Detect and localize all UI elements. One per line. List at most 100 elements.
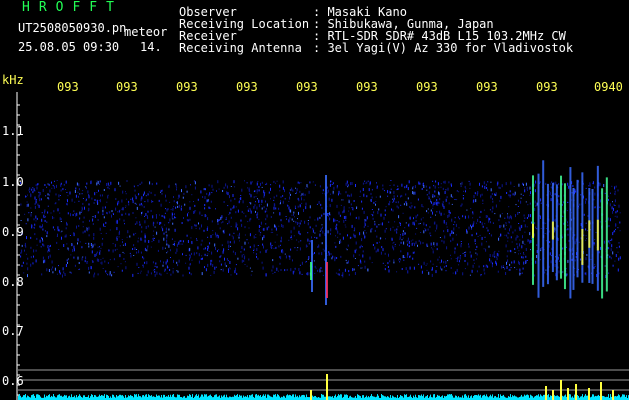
power-bar	[470, 396, 471, 400]
power-spike	[575, 384, 577, 400]
power-strip	[18, 369, 629, 400]
power-bar	[382, 395, 383, 400]
power-bar	[142, 395, 143, 400]
frequency-axis	[16, 92, 20, 400]
power-bar	[269, 395, 270, 400]
power-bar	[450, 394, 451, 400]
power-bar	[189, 394, 190, 400]
power-bar	[31, 395, 32, 400]
power-bar	[574, 394, 575, 400]
power-spike	[567, 388, 569, 400]
power-bar	[504, 396, 505, 400]
power-bar	[425, 396, 426, 400]
power-bar	[120, 394, 121, 400]
power-bar	[202, 394, 203, 400]
power-bar	[260, 395, 261, 400]
power-bar	[306, 394, 307, 400]
power-bar	[299, 395, 300, 400]
power-bar	[525, 395, 526, 400]
power-bar	[110, 396, 111, 400]
power-bar	[207, 396, 208, 400]
power-bar	[350, 395, 351, 400]
echo-trace	[326, 262, 328, 298]
power-bar	[130, 394, 131, 400]
power-bar	[156, 394, 157, 400]
time-tick: 093	[296, 80, 318, 94]
power-bar	[100, 396, 101, 400]
power-bar	[458, 396, 459, 400]
power-bar	[247, 395, 248, 400]
power-bar	[323, 394, 324, 400]
power-bar	[39, 395, 40, 400]
power-bar	[534, 396, 535, 400]
power-bar	[372, 396, 373, 400]
freq-tick-label: 1.1	[2, 124, 24, 138]
power-bar	[132, 396, 133, 400]
power-bar	[513, 396, 514, 400]
power-bar	[205, 394, 206, 400]
power-bar	[178, 394, 179, 400]
power-bar	[427, 395, 428, 400]
power-bar	[20, 395, 21, 400]
power-bar	[226, 394, 227, 400]
power-bar	[44, 394, 45, 400]
power-bar	[241, 395, 242, 400]
power-bar	[616, 396, 617, 400]
power-bar	[489, 396, 490, 400]
power-bar	[346, 394, 347, 400]
power-bar	[337, 395, 338, 400]
power-bar	[256, 394, 257, 400]
power-bar	[128, 395, 129, 400]
echo-trace	[551, 221, 554, 240]
power-bar	[210, 394, 211, 400]
power-bar	[584, 395, 585, 400]
power-bar	[420, 395, 421, 400]
time-tick: 0940	[594, 80, 623, 94]
power-bar	[397, 395, 398, 400]
power-bar	[263, 394, 264, 400]
echo-trace	[588, 220, 591, 248]
power-bar	[462, 395, 463, 400]
power-bar	[274, 394, 275, 400]
power-bar	[441, 396, 442, 400]
power-bar	[234, 394, 235, 400]
power-bar	[312, 395, 313, 400]
power-bar	[322, 394, 323, 400]
power-bar	[144, 396, 145, 400]
power-bar	[531, 395, 532, 400]
power-bar	[47, 396, 48, 400]
power-bar	[370, 395, 371, 400]
echo-trace	[596, 219, 599, 251]
power-bar	[166, 396, 167, 400]
power-bar	[402, 396, 403, 400]
power-bar	[409, 396, 410, 400]
time-tick: 093	[57, 80, 79, 94]
power-bar	[314, 396, 315, 400]
power-bar	[455, 395, 456, 400]
power-bar	[618, 394, 619, 400]
power-bar	[76, 395, 77, 400]
power-bar	[88, 395, 89, 400]
power-bar	[335, 394, 336, 400]
power-bar	[28, 396, 29, 400]
power-bar	[94, 395, 95, 400]
echo-trace	[310, 262, 312, 280]
power-bar	[79, 394, 80, 400]
echo-trace	[542, 160, 545, 287]
time-tick: 093	[236, 80, 258, 94]
power-spike	[310, 390, 312, 400]
power-bar	[239, 394, 240, 400]
power-bar	[18, 395, 19, 400]
power-bar	[95, 395, 96, 400]
echo-trace	[569, 167, 572, 299]
power-bar	[570, 394, 571, 400]
power-bar	[541, 395, 542, 400]
power-bar	[315, 396, 316, 400]
power-bar	[65, 395, 66, 400]
power-bar	[473, 396, 474, 400]
count-label: 14.	[140, 40, 162, 54]
power-bar	[119, 394, 120, 400]
power-bar	[532, 396, 533, 400]
power-bar	[468, 395, 469, 400]
echo-trace	[591, 188, 594, 284]
